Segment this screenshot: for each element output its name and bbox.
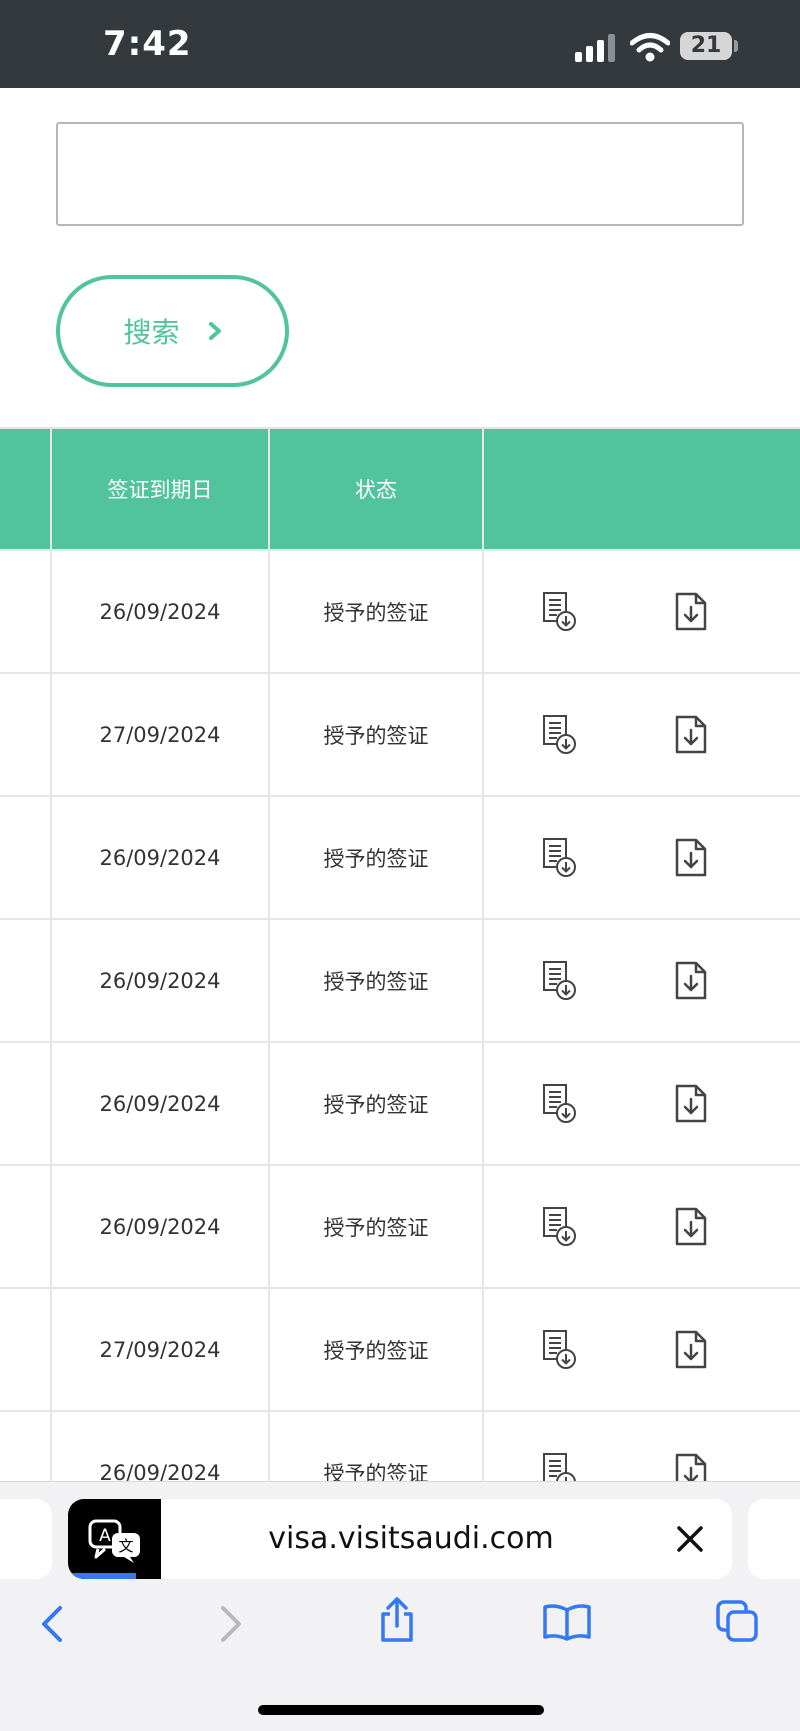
file-download-icon[interactable] [674,592,708,632]
cell-status: 授予的签证 [268,549,484,674]
url-text[interactable]: visa.visitsaudi.com [161,1499,661,1579]
screen: 7:42 21 搜索 签证到期日 状态 26/09/2024 授予的签证 27/… [0,0,800,1731]
forward-icon[interactable] [215,1604,245,1644]
cell-status: 授予的签证 [268,1041,484,1166]
previous-tab[interactable] [0,1499,52,1579]
next-tab[interactable] [748,1499,800,1579]
results-table: 签证到期日 状态 26/09/2024 授予的签证 27/09/2024 授予的… [0,427,800,1481]
translate-button[interactable]: A 文 [68,1499,161,1579]
cell-status: 授予的签证 [268,918,484,1043]
document-download-icon[interactable] [540,1206,580,1248]
tabs-icon[interactable] [714,1598,760,1644]
document-download-icon[interactable] [540,1083,580,1125]
document-download-icon[interactable] [540,1452,580,1482]
cell-hidden [0,1041,52,1166]
cell-actions [482,549,800,674]
file-download-icon[interactable] [674,1084,708,1124]
table-row: 26/09/2024 授予的签证 [0,795,800,920]
cell-expiry-date: 26/09/2024 [50,1164,270,1289]
header-hidden-column [0,427,52,551]
cell-actions [482,1164,800,1289]
cell-actions [482,1287,800,1412]
cell-expiry-date: 26/09/2024 [50,1041,270,1166]
cell-hidden [0,672,52,797]
browser-toolbar: A 文 visa.visitsaudi.com [0,1481,800,1731]
wifi-icon [630,33,670,62]
cell-hidden [0,549,52,674]
cell-expiry-date: 26/09/2024 [50,795,270,920]
search-button-label: 搜索 [123,316,180,349]
header-status: 状态 [268,427,484,551]
status-time: 7:42 [103,24,192,64]
share-icon[interactable] [377,1596,417,1644]
document-download-icon[interactable] [540,714,580,756]
battery-nub [734,40,738,52]
table-row: 27/09/2024 授予的签证 [0,1287,800,1412]
cell-status: 授予的签证 [268,1164,484,1289]
header-expiry-date: 签证到期日 [50,427,270,551]
table-row: 26/09/2024 授予的签证 [0,1410,800,1482]
svg-text:A: A [99,1526,111,1546]
cell-expiry-date: 27/09/2024 [50,1287,270,1412]
cell-hidden [0,795,52,920]
svg-text:文: 文 [118,1537,133,1555]
file-download-icon[interactable] [674,961,708,1001]
cell-hidden [0,1287,52,1412]
cell-expiry-date: 26/09/2024 [50,918,270,1043]
document-download-icon[interactable] [540,960,580,1002]
cell-status: 授予的签证 [268,1287,484,1412]
cell-status: 授予的签证 [268,795,484,920]
table-row: 26/09/2024 授予的签证 [0,1041,800,1166]
chevron-right-icon [208,322,221,340]
translate-icon: A 文 [88,1519,140,1563]
cell-hidden [0,1164,52,1289]
cell-actions [482,1041,800,1166]
cell-status: 授予的签证 [268,1410,484,1481]
file-download-icon[interactable] [674,1453,708,1482]
header-actions [482,427,800,551]
table-row: 26/09/2024 授予的签证 [0,549,800,674]
cell-expiry-date: 27/09/2024 [50,672,270,797]
file-download-icon[interactable] [674,715,708,755]
cell-expiry-date: 26/09/2024 [50,549,270,674]
home-indicator [258,1705,544,1715]
cell-hidden [0,918,52,1043]
address-bar[interactable]: A 文 visa.visitsaudi.com [68,1499,732,1579]
back-icon[interactable] [38,1604,68,1644]
translate-progress [68,1573,136,1579]
battery-icon: 21 [680,32,732,60]
cell-actions [482,795,800,920]
table-row: 26/09/2024 授予的签证 [0,918,800,1043]
document-download-icon[interactable] [540,1329,580,1371]
close-icon[interactable] [674,1523,706,1555]
cell-actions [482,1410,800,1482]
status-bar: 7:42 21 [0,0,800,88]
document-download-icon[interactable] [540,837,580,879]
cell-actions [482,672,800,797]
table-header-row: 签证到期日 状态 [0,427,800,551]
bookmarks-icon[interactable] [542,1602,592,1642]
search-button[interactable]: 搜索 [56,275,289,387]
cell-status: 授予的签证 [268,672,484,797]
file-download-icon[interactable] [674,1207,708,1247]
results-table-container[interactable]: 签证到期日 状态 26/09/2024 授予的签证 27/09/2024 授予的… [0,427,800,1481]
signal-icon [575,34,615,62]
table-row: 26/09/2024 授予的签证 [0,1164,800,1289]
cell-hidden [0,1410,52,1481]
document-download-icon[interactable] [540,591,580,633]
cell-expiry-date: 26/09/2024 [50,1410,270,1481]
file-download-icon[interactable] [674,838,708,878]
cell-actions [482,918,800,1043]
table-row: 27/09/2024 授予的签证 [0,672,800,797]
file-download-icon[interactable] [674,1330,708,1370]
search-input[interactable] [56,122,744,226]
